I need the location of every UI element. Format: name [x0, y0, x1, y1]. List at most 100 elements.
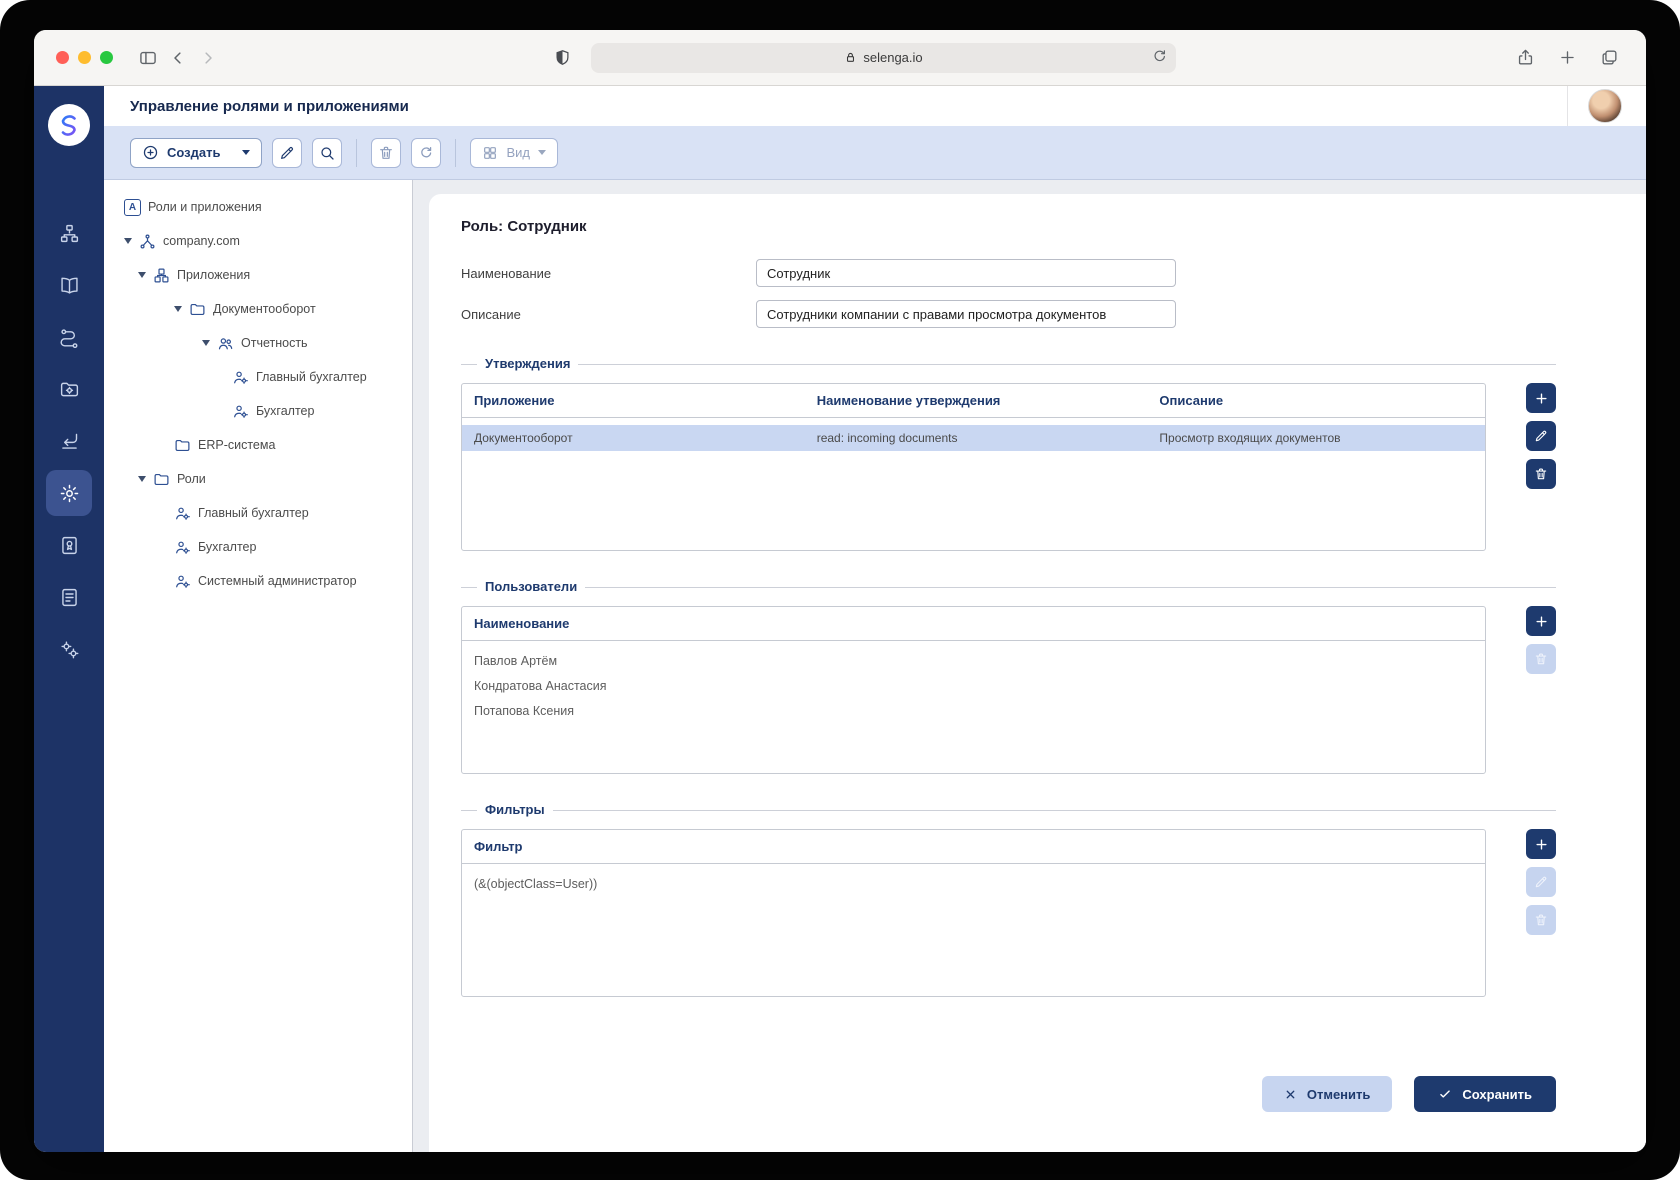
statements-table: Приложение Наименование утверждения Опис…: [461, 383, 1486, 551]
lock-icon: [844, 51, 857, 64]
url-zone: selenga.io: [223, 42, 1500, 73]
delete-user-button[interactable]: [1526, 644, 1556, 674]
domain-icon: [139, 233, 156, 250]
new-tab-icon[interactable]: [1552, 43, 1582, 73]
user-avatar[interactable]: [1588, 89, 1622, 123]
folder-icon: [189, 301, 206, 318]
statements-legend: Утверждения: [477, 356, 579, 371]
tree-item-label: ERP-система: [198, 438, 276, 452]
tree-item-domain[interactable]: company.com: [104, 224, 412, 258]
name-field-label: Наименование: [461, 265, 552, 281]
tree-item-sysadmin-role[interactable]: Системный администратор: [104, 564, 412, 598]
view-button[interactable]: Вид: [470, 137, 558, 168]
navigation-tree: A Роли и приложения company.com Приложен…: [104, 180, 413, 1152]
tree-item-accountant-role[interactable]: Бухгалтер: [104, 530, 412, 564]
users-section: Пользователи Наименование Павлов Артём К…: [461, 579, 1556, 774]
users-actions: [1526, 606, 1556, 774]
tree-item-applications[interactable]: Приложения: [104, 258, 412, 292]
delete-button[interactable]: [371, 137, 402, 168]
roles-settings-icon[interactable]: [46, 470, 92, 516]
expander-icon[interactable]: [138, 476, 146, 482]
browser-chrome: selenga.io: [34, 30, 1646, 86]
search-button[interactable]: [312, 137, 343, 168]
add-statement-button[interactable]: [1526, 383, 1556, 413]
add-user-button[interactable]: [1526, 606, 1556, 636]
role-fields: Наименование Описание: [461, 259, 1556, 328]
filters-table: Фильтр (&(objectClass=User)): [461, 829, 1486, 997]
form-footer: Отменить Сохранить: [461, 1046, 1556, 1112]
app-sidebar: [34, 86, 104, 1152]
expander-icon[interactable]: [138, 272, 146, 278]
address-bar[interactable]: selenga.io: [591, 42, 1176, 73]
list-item[interactable]: (&(objectClass=User)): [462, 871, 1485, 896]
column-header: Фильтр: [474, 839, 523, 854]
description-field[interactable]: [756, 300, 1176, 328]
tree-item-label: Роли: [177, 472, 206, 486]
save-button[interactable]: Сохранить: [1414, 1076, 1556, 1112]
edit-filter-button[interactable]: [1526, 867, 1556, 897]
document-icon[interactable]: [46, 574, 92, 620]
traffic-lights: [56, 51, 113, 64]
expander-icon[interactable]: [124, 238, 132, 244]
name-field[interactable]: [756, 259, 1176, 287]
table-row[interactable]: Документооборот read: incoming documents…: [462, 425, 1485, 451]
role-detail-panel: Роль: Сотрудник Наименование Описание: [429, 194, 1646, 1152]
tree-item-label: Отчетность: [241, 336, 308, 350]
close-button[interactable]: [56, 51, 69, 64]
tree-item-label: Главный бухгалтер: [198, 506, 309, 520]
tree-item-chief-accountant-role[interactable]: Главный бухгалтер: [104, 496, 412, 530]
delete-statement-button[interactable]: [1526, 459, 1556, 489]
tree-item-label: Бухгалтер: [198, 540, 257, 554]
circle-plus-icon: [142, 144, 159, 161]
filters-actions: [1526, 829, 1556, 997]
role-icon: [174, 539, 191, 556]
refresh-button[interactable]: [411, 137, 442, 168]
edit-button[interactable]: [272, 137, 303, 168]
selenga-logo[interactable]: [48, 104, 90, 146]
add-filter-button[interactable]: [1526, 829, 1556, 859]
users-legend: Пользователи: [477, 579, 586, 594]
folder-settings-icon[interactable]: [46, 366, 92, 412]
certificate-icon[interactable]: [46, 522, 92, 568]
reload-icon[interactable]: [1151, 48, 1168, 65]
tree-item-accountant[interactable]: Бухгалтер: [104, 394, 412, 428]
list-item[interactable]: Павлов Артём: [462, 648, 1485, 673]
tree-item-root[interactable]: A Роли и приложения: [104, 190, 412, 224]
cancel-button[interactable]: Отменить: [1261, 1076, 1393, 1112]
sidebar-toggle-icon[interactable]: [133, 43, 163, 73]
incoming-arrow-icon[interactable]: [46, 418, 92, 464]
list-item[interactable]: Кондратова Анастасия: [462, 673, 1485, 698]
column-header: Описание: [1159, 393, 1224, 408]
minimize-button[interactable]: [78, 51, 91, 64]
tree-item-erp[interactable]: ERP-система: [104, 428, 412, 462]
tabs-overview-icon[interactable]: [1594, 43, 1624, 73]
zoom-button[interactable]: [100, 51, 113, 64]
create-button-label: Создать: [167, 145, 221, 160]
create-button[interactable]: Создать: [130, 137, 263, 168]
chrome-right-controls: [1510, 43, 1624, 73]
route-icon[interactable]: [46, 314, 92, 360]
back-icon[interactable]: [163, 43, 193, 73]
chevron-down-icon: [538, 150, 546, 155]
share-icon[interactable]: [1510, 43, 1540, 73]
forward-icon[interactable]: [193, 43, 223, 73]
tree-item-roles[interactable]: Роли: [104, 462, 412, 496]
screenshot-background: selenga.io Управление ролями и приложени…: [0, 0, 1680, 1180]
tree-item-docflow[interactable]: Документооборот: [104, 292, 412, 326]
edit-statement-button[interactable]: [1526, 421, 1556, 451]
expander-icon[interactable]: [174, 306, 182, 312]
gears-icon[interactable]: [46, 626, 92, 672]
list-item[interactable]: Потапова Ксения: [462, 698, 1485, 723]
tree-item-chief-accountant[interactable]: Главный бухгалтер: [104, 360, 412, 394]
expander-icon[interactable]: [202, 340, 210, 346]
hierarchy-icon[interactable]: [46, 210, 92, 256]
description-field-label: Описание: [461, 306, 521, 322]
folder-icon: [174, 437, 191, 454]
delete-filter-button[interactable]: [1526, 905, 1556, 935]
grid-icon: [482, 145, 498, 161]
tree-item-reporting[interactable]: Отчетность: [104, 326, 412, 360]
role-icon: [232, 369, 249, 386]
book-icon[interactable]: [46, 262, 92, 308]
shield-icon[interactable]: [547, 43, 577, 73]
statements-actions: [1526, 383, 1556, 551]
